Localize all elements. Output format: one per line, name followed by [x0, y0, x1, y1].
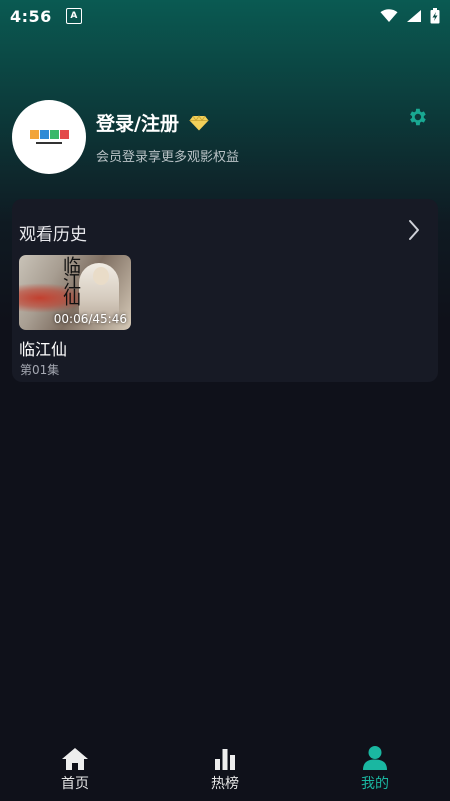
wifi-icon — [380, 9, 398, 22]
nav-hot-label: 热榜 — [211, 776, 239, 792]
member-subtitle: 会员登录享更多观影权益 — [96, 150, 240, 165]
gear-icon[interactable] — [406, 106, 428, 128]
history-item-title[interactable]: 临江仙 — [19, 336, 67, 360]
watch-progress: 00:06/45:46 — [53, 312, 127, 326]
diamond-icon — [189, 114, 209, 130]
notification-a-icon: A — [65, 8, 82, 24]
app-logo — [29, 127, 69, 147]
status-time: 4:56 — [10, 6, 52, 26]
history-item-thumbnail[interactable]: 临江仙 00:06/45:46 — [19, 255, 131, 330]
nav-home-label: 首页 — [61, 776, 89, 792]
status-right — [380, 8, 440, 24]
profile-text: 登录/注册 会员登录享更多观影权益 — [96, 109, 239, 165]
profile-section: 登录/注册 会员登录享更多观影权益 — [12, 98, 438, 176]
watch-history-card: 观看历史 临江仙 00:06/45:46 临江仙 第01集 — [12, 199, 438, 382]
battery-charging-icon — [430, 8, 440, 24]
user-icon — [363, 746, 387, 770]
nav-hot[interactable]: 热榜 — [150, 745, 300, 801]
nav-mine-label: 我的 — [361, 776, 389, 792]
chevron-right-icon[interactable] — [408, 219, 420, 241]
watch-history-title: 观看历史 — [19, 225, 87, 245]
bar-chart-icon — [215, 749, 235, 770]
status-bar: 4:56 A — [0, 0, 450, 32]
avatar[interactable] — [12, 100, 86, 174]
history-item-episode: 第01集 — [20, 363, 60, 377]
login-row: 登录/注册 — [96, 109, 239, 136]
login-register-link[interactable]: 登录/注册 — [96, 109, 179, 136]
nav-home[interactable]: 首页 — [0, 745, 150, 801]
cellular-icon — [407, 10, 421, 22]
home-icon — [62, 748, 88, 770]
poster-calligraphy: 临江仙 — [63, 256, 81, 309]
bottom-navigation: 首页 热榜 我的 — [0, 745, 450, 801]
status-left: 4:56 A — [10, 7, 82, 26]
nav-mine[interactable]: 我的 — [300, 745, 450, 801]
